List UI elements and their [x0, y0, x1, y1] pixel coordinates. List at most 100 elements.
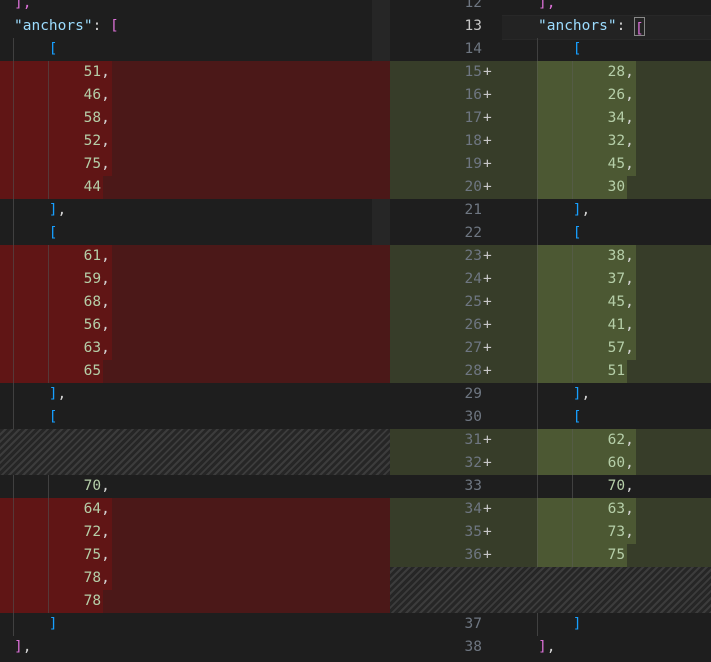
code-line[interactable]: 13 "anchors": [: [390, 15, 711, 40]
code-text: 59,: [84, 268, 110, 291]
code-text: 37,: [608, 268, 634, 291]
removed-line[interactable]: 78,: [0, 567, 390, 590]
modified-editor-pane[interactable]: 12], 13 "anchors": [14[15 +28, 16 +26, 17 +34, 1…: [390, 0, 711, 662]
added-line[interactable]: 19 +45,: [390, 153, 711, 176]
punct-token: ,: [625, 133, 634, 149]
number-token: 26: [607, 87, 626, 103]
code-line[interactable]: 37]: [390, 613, 711, 636]
removed-line[interactable]: 75,: [0, 153, 390, 176]
removed-line[interactable]: 78: [0, 590, 390, 613]
code-text: 75,: [84, 153, 110, 176]
removed-line[interactable]: 63,: [0, 337, 390, 360]
code-text: "anchors": [: [14, 15, 119, 38]
code-text: 78,: [84, 567, 110, 590]
removed-line[interactable]: 64,: [0, 498, 390, 521]
code-text: 44: [84, 176, 101, 199]
added-line[interactable]: 24 +37,: [390, 268, 711, 291]
line-number: 17: [464, 110, 482, 126]
code-text: 28,: [608, 61, 634, 84]
removed-line[interactable]: 52,: [0, 130, 390, 153]
added-line[interactable]: 32 +60,: [390, 452, 711, 475]
diff-plus-marker: +: [483, 547, 492, 563]
removed-line[interactable]: 72,: [0, 521, 390, 544]
added-line[interactable]: 17 +34,: [390, 107, 711, 130]
added-line[interactable]: 25 +45,: [390, 291, 711, 314]
code-line[interactable]: 70,: [0, 475, 390, 498]
code-line[interactable]: 12],: [390, 0, 711, 15]
code-line[interactable]: 33 70,: [390, 475, 711, 498]
code-line[interactable]: "anchors": [: [0, 15, 390, 38]
code-line[interactable]: ],: [0, 636, 390, 659]
code-line[interactable]: 21],: [390, 199, 711, 222]
number-token: 30: [607, 179, 626, 195]
code-line[interactable]: [: [0, 406, 390, 429]
code-line[interactable]: ]: [0, 613, 390, 636]
added-line[interactable]: 35 +73,: [390, 521, 711, 544]
punct-token: ,: [625, 64, 634, 80]
removed-line[interactable]: 56,: [0, 314, 390, 337]
code-text: 58,: [84, 107, 110, 130]
added-line[interactable]: 34 +63,: [390, 498, 711, 521]
line-number: 26: [464, 317, 482, 333]
punct-token: [: [48, 225, 58, 241]
code-line[interactable]: 30 [: [390, 406, 711, 429]
punct-token: ]: [48, 386, 58, 402]
diff-plus-marker: +: [483, 340, 492, 356]
code-line[interactable]: 22 [: [390, 222, 711, 245]
punct-token: ,: [625, 340, 634, 356]
code-text: ],: [573, 199, 590, 222]
added-line[interactable]: 23 +38,: [390, 245, 711, 268]
diff-plus-marker: +: [483, 294, 492, 310]
code-text: 68,: [84, 291, 110, 314]
indent-guide: [13, 383, 14, 406]
line-number: 22: [464, 225, 482, 241]
punct-token: ,: [101, 524, 110, 540]
removed-line[interactable]: 58,: [0, 107, 390, 130]
number-token: 45: [607, 294, 626, 310]
code-text: 78: [84, 590, 101, 613]
removed-line[interactable]: 68,: [0, 291, 390, 314]
code-line[interactable]: [: [0, 38, 390, 61]
added-line[interactable]: 20 +30: [390, 176, 711, 199]
code-line[interactable]: ],: [0, 199, 390, 222]
removed-line[interactable]: 46,: [0, 84, 390, 107]
removed-line[interactable]: 59,: [0, 268, 390, 291]
code-line[interactable]: 14 [: [390, 38, 711, 61]
code-text: ]: [573, 613, 582, 636]
removed-line[interactable]: 51,: [0, 61, 390, 84]
code-line[interactable]: [: [0, 222, 390, 245]
key-token: "anchors": [14, 18, 93, 34]
indent-guide: [537, 199, 538, 222]
number-token: 58: [83, 110, 102, 126]
punct-token: ,: [625, 432, 634, 448]
punct-token: ]: [538, 639, 547, 655]
added-line[interactable]: 27 +57,: [390, 337, 711, 360]
code-line[interactable]: ],: [0, 383, 390, 406]
added-line[interactable]: 26 +41,: [390, 314, 711, 337]
punct-token: ,: [625, 271, 634, 287]
added-line[interactable]: 31 +62,: [390, 429, 711, 452]
removed-line[interactable]: 44: [0, 176, 390, 199]
code-line[interactable]: ],: [0, 0, 390, 15]
code-text: 57,: [608, 337, 634, 360]
code-text: 32,: [608, 130, 634, 153]
line-number: 37: [464, 616, 482, 632]
added-line[interactable]: 15 +28,: [390, 61, 711, 84]
code-text: 61,: [84, 245, 110, 268]
code-text: 41,: [608, 314, 634, 337]
line-number: 25: [464, 294, 482, 310]
added-line[interactable]: 16 +26,: [390, 84, 711, 107]
added-line[interactable]: 18 +32,: [390, 130, 711, 153]
code-line[interactable]: 29],: [390, 383, 711, 406]
removed-line[interactable]: 61,: [0, 245, 390, 268]
removed-line[interactable]: 65: [0, 360, 390, 383]
code-line[interactable]: 38],: [390, 636, 711, 659]
added-line[interactable]: 36 +75: [390, 544, 711, 567]
line-number: 21: [464, 202, 482, 218]
added-line[interactable]: 28 +51: [390, 360, 711, 383]
diff-spacer: [390, 567, 711, 613]
original-editor-pane[interactable]: ], "anchors": [[51, 46, 58, 52, 75, 44],[61, 59…: [0, 0, 390, 662]
line-number: 35: [464, 524, 482, 540]
punct-token: ]: [14, 639, 23, 655]
removed-line[interactable]: 75,: [0, 544, 390, 567]
